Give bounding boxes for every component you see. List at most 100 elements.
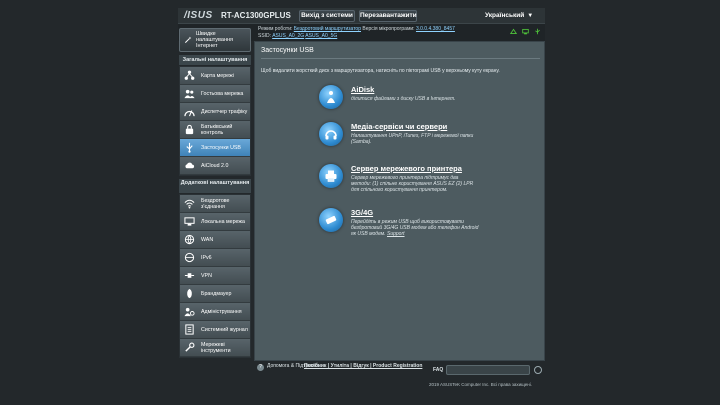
- sidebar-item-aicloud[interactable]: AiCloud 2.0: [180, 157, 250, 175]
- model-name: RT-AC1300GPLUS: [221, 11, 291, 20]
- sidebar-item-label: WAN: [201, 236, 214, 243]
- sidebar-item-wireless[interactable]: Бездротове з'єднання: [180, 195, 250, 213]
- sidebar-item-administration[interactable]: Адміністрування: [180, 303, 250, 321]
- network-map-icon: [184, 70, 195, 80]
- guest-network-icon: [184, 89, 195, 99]
- quick-setup-button[interactable]: Швидке налаштування Інтернет: [179, 28, 251, 52]
- title-divider: [261, 58, 540, 59]
- traffic-manager-icon: [184, 110, 195, 117]
- network-status-icon[interactable]: [510, 28, 517, 35]
- faq-label: FAQ: [433, 367, 444, 373]
- ssid-24g[interactable]: ASUS_A0_2G: [272, 33, 304, 39]
- status-icons: [510, 28, 541, 35]
- sidebar-item-label: Диспетчер трафіку: [201, 108, 248, 115]
- 3g4g-description-text: Перейдіть в режим USB щоб використовуват…: [351, 219, 479, 237]
- page-title: Застосунки USB: [261, 47, 314, 54]
- aidisk-link[interactable]: AiDisk: [351, 85, 374, 94]
- sidebar-item-traffic-manager[interactable]: Диспетчер трафіку: [180, 103, 250, 121]
- faq-search-input[interactable]: [446, 365, 530, 375]
- search-icon[interactable]: [534, 366, 542, 374]
- sidebar-item-label: Гостьова мережа: [201, 90, 244, 97]
- mode-label: Режим роботи:: [258, 26, 293, 32]
- sidebar: Швидке налаштування Інтернет Загальні на…: [178, 24, 251, 358]
- wan-icon: [184, 234, 195, 245]
- top-header: /ISUS RT-AC1300GPLUS Вихід з системи Пер…: [178, 8, 545, 24]
- administration-icon: [184, 307, 195, 317]
- sidebar-item-label: Адміністрування: [201, 308, 242, 315]
- sidebar-item-label: Мережеві інструменти: [201, 341, 231, 354]
- firewall-icon: [187, 288, 192, 299]
- intro-text: Щоб видалити жорсткий диск з маршрутизат…: [261, 68, 500, 74]
- sidebar-item-label: Карта мережі: [201, 72, 234, 79]
- sidebar-item-network-map[interactable]: Карта мережі: [180, 67, 250, 85]
- sidebar-item-label: AiCloud 2.0: [201, 162, 229, 169]
- wand-icon: [184, 36, 192, 44]
- language-value: Український: [485, 12, 525, 19]
- copyright: 2019 ASUSTeK Computer Inc. Всі права зах…: [429, 382, 533, 387]
- firmware-label: Версія мікропрограми:: [362, 26, 415, 32]
- quick-setup-label: Швидке налаштування Інтернет: [195, 31, 234, 49]
- sidebar-item-label: Бездротове з'єднання: [201, 197, 230, 210]
- footer-links[interactable]: Посібник | Утиліта | Відгук | Product Re…: [304, 363, 422, 370]
- mode-value[interactable]: Бездротовий маршрутизатор: [294, 26, 361, 32]
- sidebar-item-label: IPv6: [201, 254, 212, 261]
- logout-button[interactable]: Вихід з системи: [299, 10, 355, 22]
- lan-icon: [184, 217, 195, 226]
- firmware-value[interactable]: 3.0.0.4.380_8457: [416, 26, 455, 32]
- general-nav: Карта мережі Гостьова мережа Диспетчер т…: [179, 66, 251, 176]
- chevron-down-icon: ▼: [527, 13, 534, 19]
- cloud-icon: [185, 162, 195, 169]
- usb-status-icon[interactable]: [534, 28, 541, 35]
- modem-icon[interactable]: [319, 208, 343, 232]
- lan-status-icon[interactable]: [522, 28, 529, 35]
- media-server-icon[interactable]: [319, 122, 343, 146]
- status-line-ssid: SSID: ASUS_A0_2G ASUS_A0_5G: [258, 33, 337, 39]
- media-services-description: Налаштування UPnP, iTunes, FTP і мережев…: [351, 133, 474, 145]
- usb-icon: [186, 142, 193, 153]
- main-panel: Застосунки USB Щоб видалити жорсткий дис…: [254, 41, 545, 361]
- sidebar-item-label: Системний журнал: [201, 326, 248, 333]
- sidebar-item-network-tools[interactable]: Мережеві інструменти: [180, 339, 250, 357]
- footer: ? Допомога & Підтримка Посібник | Утиліт…: [254, 362, 545, 378]
- sidebar-item-label: Застосунки USB: [201, 144, 241, 151]
- sidebar-item-label: VPN: [201, 272, 212, 279]
- sidebar-item-system-log[interactable]: Системний журнал: [180, 321, 250, 339]
- ssid-label: SSID:: [258, 33, 272, 39]
- advanced-section-title: Додаткові налаштування: [179, 179, 251, 193]
- 3g4g-description: Перейдіть в режим USB щоб використовуват…: [351, 219, 479, 237]
- sidebar-item-label: Локальна мережа: [201, 218, 245, 225]
- sidebar-item-label: Брандмауер: [201, 290, 232, 297]
- aidisk-icon[interactable]: [319, 85, 343, 109]
- 3g4g-link[interactable]: 3G/4G: [351, 208, 373, 217]
- sidebar-item-usb-apps[interactable]: Застосунки USB: [180, 139, 250, 157]
- general-section-title: Загальні налаштування: [179, 55, 251, 65]
- parental-control-icon: [185, 124, 194, 135]
- vpn-icon: [184, 273, 195, 278]
- language-select[interactable]: Український ▼: [485, 11, 543, 21]
- printer-icon[interactable]: [319, 164, 343, 188]
- status-line-mode: Режим роботи: Бездротовий маршрутизатор …: [258, 26, 455, 32]
- question-icon: ?: [257, 364, 264, 371]
- asus-logo[interactable]: /ISUS: [184, 10, 213, 21]
- aidisk-description: ділитися файлами з диску USB в Інтернет.: [351, 96, 456, 102]
- advanced-nav: Бездротове з'єднання Локальна мережа WAN…: [179, 194, 251, 358]
- system-log-icon: [185, 324, 194, 335]
- ipv6-icon: [184, 252, 195, 263]
- sidebar-item-lan[interactable]: Локальна мережа: [180, 213, 250, 231]
- sidebar-item-label: Батьківський контроль: [201, 123, 233, 136]
- ssid-5g[interactable]: ASUS_A0_5G: [305, 33, 337, 39]
- sidebar-item-ipv6[interactable]: IPv6: [180, 249, 250, 267]
- network-tools-icon: [185, 342, 195, 352]
- printer-server-description: Сервер мережевого принтера підтримує два…: [351, 175, 474, 193]
- printer-server-link[interactable]: Сервер мережевого принтера: [351, 164, 462, 173]
- sidebar-item-vpn[interactable]: VPN: [180, 267, 250, 285]
- footer-links-text[interactable]: Посібник | Утиліта | Відгук | Product Re…: [304, 363, 422, 369]
- sidebar-item-parental-control[interactable]: Батьківський контроль: [180, 121, 250, 139]
- reboot-button[interactable]: Перезавантажити: [359, 10, 417, 22]
- media-services-link[interactable]: Медіа-сервіси чи сервери: [351, 122, 447, 131]
- support-link[interactable]: Support: [387, 231, 405, 237]
- sidebar-item-guest-network[interactable]: Гостьова мережа: [180, 85, 250, 103]
- sidebar-item-firewall[interactable]: Брандмауер: [180, 285, 250, 303]
- wireless-icon: [184, 199, 195, 209]
- sidebar-item-wan[interactable]: WAN: [180, 231, 250, 249]
